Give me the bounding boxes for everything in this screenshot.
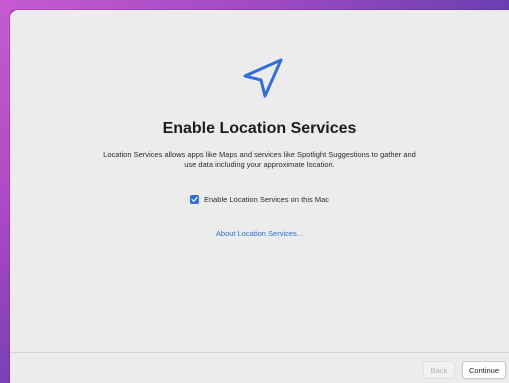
enable-location-checkbox[interactable] [189,195,199,204]
about-location-services-link[interactable]: About Location Services... [10,229,509,238]
checkmark-icon [191,197,198,202]
location-arrow-icon [243,58,283,98]
continue-button[interactable]: Continue [462,361,506,379]
setup-content: Enable Location Services Location Servic… [10,10,509,352]
enable-location-checkbox-row[interactable]: Enable Location Services on this Mac [10,195,509,204]
desktop-wallpaper-top [0,0,509,10]
page-title: Enable Location Services [162,120,357,137]
enable-location-label[interactable]: Enable Location Services on this Mac [204,195,329,204]
desktop-wallpaper-left [0,0,10,383]
description-text: Location Services allows apps like Maps … [103,150,416,169]
footer-bar: Back Continue [10,353,509,383]
back-button[interactable]: Back [423,361,455,379]
setup-assistant-window: Enable Location Services Location Servic… [10,10,509,383]
